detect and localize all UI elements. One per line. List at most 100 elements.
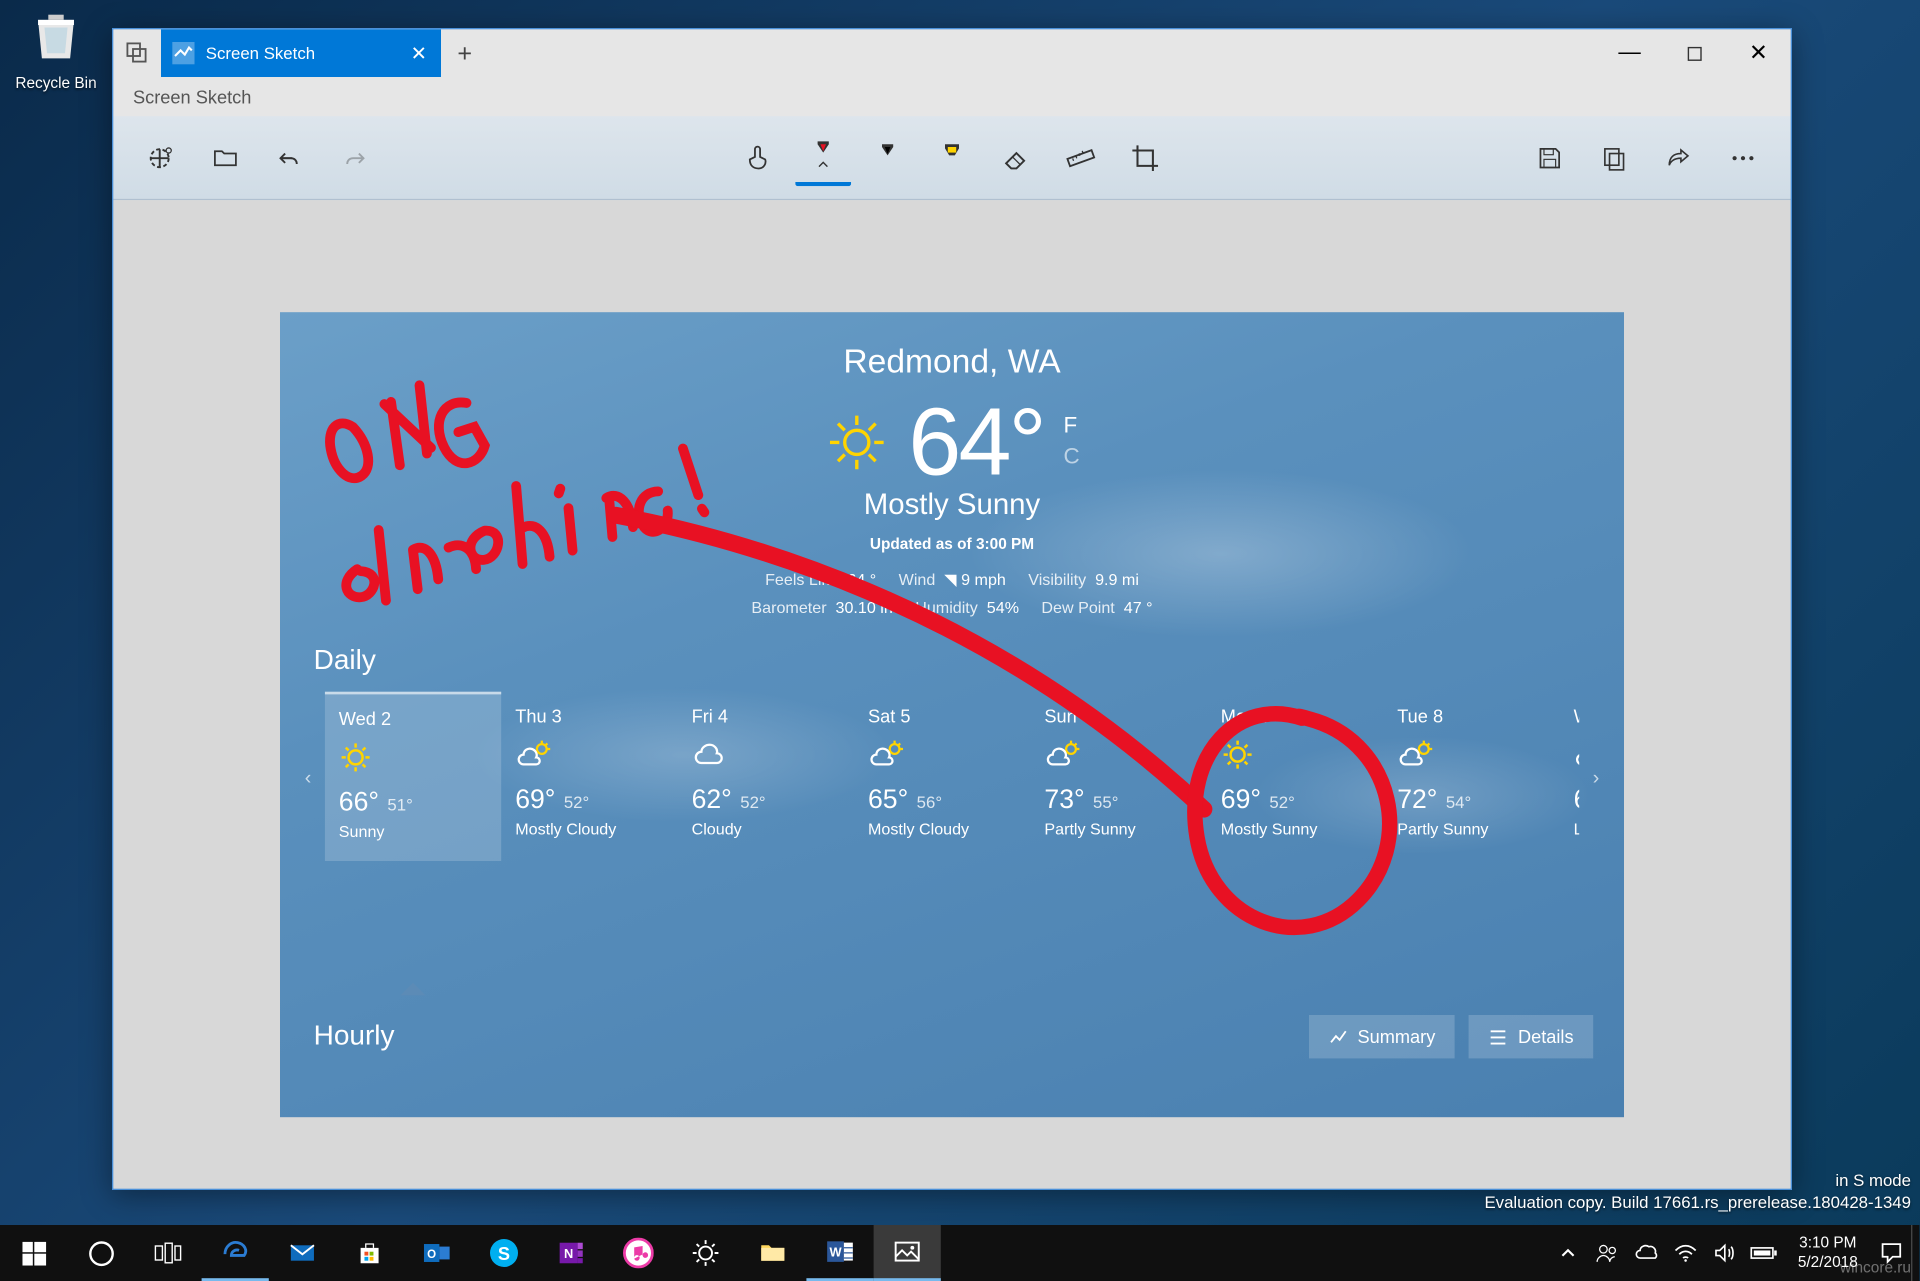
battery-icon: [1750, 1243, 1778, 1263]
day-card[interactable]: Sun 6 73°55° Partly Sunny: [1030, 692, 1206, 861]
day-card[interactable]: W 6 L: [1560, 692, 1580, 861]
day-name: Fri 4: [692, 706, 840, 727]
people-button[interactable]: [1588, 1225, 1627, 1281]
day-name: Sat 5: [868, 706, 1016, 727]
cloud-icon: [1634, 1240, 1659, 1265]
day-card[interactable]: Thu 3 69°52° Mostly Cloudy: [501, 692, 677, 861]
tray-chevron-button[interactable]: [1549, 1225, 1588, 1281]
day-name: Sun 6: [1044, 706, 1192, 727]
people-icon: [1595, 1240, 1620, 1265]
tab-screen-sketch[interactable]: Screen Sketch ✕: [161, 29, 441, 77]
recycle-bin[interactable]: Recycle Bin: [14, 7, 98, 92]
day-weather-icon: [1397, 738, 1545, 777]
chart-line-icon: [1328, 1027, 1348, 1047]
day-low: 52°: [1269, 792, 1294, 812]
task-view-button[interactable]: [134, 1225, 201, 1281]
day-low: 56°: [917, 792, 942, 812]
volume-tray-icon[interactable]: [1705, 1225, 1744, 1281]
cortana-button[interactable]: [67, 1225, 134, 1281]
pencil-button[interactable]: [860, 130, 916, 186]
word-taskbar-button[interactable]: W: [806, 1225, 873, 1281]
minimize-button[interactable]: —: [1597, 29, 1661, 77]
folder-icon: [211, 144, 239, 172]
day-card[interactable]: Fri 4 62°52° Cloudy: [678, 692, 854, 861]
edge-icon: [220, 1236, 251, 1267]
day-high: 62°: [692, 785, 732, 816]
pen-red-icon: [809, 139, 837, 173]
tab-close-button[interactable]: ✕: [411, 41, 427, 65]
ruler-button[interactable]: [1053, 130, 1109, 186]
itunes-icon: [623, 1238, 654, 1269]
edge-taskbar-button[interactable]: [202, 1225, 269, 1281]
system-info-overlay: in S mode Evaluation copy. Build 17661.r…: [1484, 1169, 1911, 1214]
weather-stats: Feels Like 64 ° Wind ◥ 9 mph Visibility …: [280, 567, 1624, 623]
svg-text:S: S: [498, 1244, 510, 1264]
undo-button[interactable]: [262, 130, 318, 186]
day-weather-icon: [515, 738, 663, 777]
summary-button[interactable]: Summary: [1308, 1015, 1454, 1058]
touch-writing-button[interactable]: [731, 130, 787, 186]
day-condition: Partly Sunny: [1044, 822, 1192, 839]
crop-button[interactable]: [1117, 130, 1173, 186]
titlebar: Screen Sketch ✕ + — ✕: [113, 29, 1790, 77]
daily-prev-button[interactable]: ‹: [291, 765, 325, 787]
more-button[interactable]: [1715, 130, 1771, 186]
day-weather-icon: [868, 738, 1016, 777]
touch-icon: [743, 142, 774, 173]
explorer-taskbar-button[interactable]: [739, 1225, 806, 1281]
maximize-button[interactable]: [1662, 29, 1726, 77]
updated-label: Updated as of 3:00 PM: [280, 536, 1624, 553]
highlighter-icon: [938, 141, 966, 175]
clock-time: 3:10 PM: [1798, 1233, 1858, 1253]
word-icon: W: [825, 1236, 856, 1267]
day-card[interactable]: Tue 8 72°54° Partly Sunny: [1383, 692, 1559, 861]
daily-next-button[interactable]: ›: [1579, 765, 1613, 787]
copy-button[interactable]: [1586, 130, 1642, 186]
itunes-taskbar-button[interactable]: [605, 1225, 672, 1281]
day-card[interactable]: Wed 2 66°51° Sunny: [325, 692, 501, 861]
close-button[interactable]: ✕: [1726, 29, 1790, 77]
battery-tray-icon[interactable]: [1745, 1225, 1784, 1281]
unit-celsius: C: [1063, 442, 1079, 473]
outlook-taskbar-button[interactable]: O: [403, 1225, 470, 1281]
ballpoint-pen-button[interactable]: [795, 130, 851, 186]
mail-taskbar-button[interactable]: [269, 1225, 336, 1281]
eraser-button[interactable]: [988, 130, 1044, 186]
day-name: W: [1574, 706, 1580, 727]
save-button[interactable]: [1522, 130, 1578, 186]
open-button[interactable]: [197, 130, 253, 186]
day-name: Thu 3: [515, 706, 663, 727]
canvas-area[interactable]: Redmond, WA 64° F C Mostly Sunny Updated…: [113, 200, 1790, 1188]
day-card[interactable]: Mon 7 69°52° Mostly Sunny: [1207, 692, 1383, 861]
new-snip-button[interactable]: [133, 130, 189, 186]
task-view-icon: [154, 1242, 182, 1264]
highlighter-button[interactable]: [924, 130, 980, 186]
maximize-icon: [1686, 46, 1701, 61]
share-button[interactable]: [1651, 130, 1707, 186]
day-weather-icon: [692, 738, 840, 777]
onenote-icon: N: [556, 1238, 587, 1269]
details-button[interactable]: Details: [1469, 1015, 1593, 1058]
onedrive-tray-icon[interactable]: [1627, 1225, 1666, 1281]
day-card[interactable]: Sat 5 65°56° Mostly Cloudy: [854, 692, 1030, 861]
photos-icon: [892, 1236, 923, 1267]
chevron-up-icon: [1560, 1245, 1577, 1262]
share-icon: [1665, 144, 1693, 172]
day-low: 55°: [1093, 792, 1118, 812]
skype-taskbar-button[interactable]: S: [470, 1225, 537, 1281]
day-high: 69°: [1221, 785, 1261, 816]
weather-taskbar-button[interactable]: [672, 1225, 739, 1281]
pen-black-icon: [874, 141, 902, 175]
new-tab-button[interactable]: +: [441, 29, 489, 77]
svg-text:N: N: [564, 1246, 573, 1261]
store-taskbar-button[interactable]: [336, 1225, 403, 1281]
redo-button[interactable]: [326, 130, 382, 186]
photos-taskbar-button[interactable]: [874, 1225, 941, 1281]
tabs-overview-button[interactable]: [113, 29, 161, 77]
onenote-taskbar-button[interactable]: N: [538, 1225, 605, 1281]
day-weather-icon: [1221, 738, 1369, 777]
start-button[interactable]: [0, 1225, 67, 1281]
show-desktop-button[interactable]: [1911, 1225, 1919, 1281]
recycle-bin-icon: [25, 7, 87, 69]
network-tray-icon[interactable]: [1666, 1225, 1705, 1281]
